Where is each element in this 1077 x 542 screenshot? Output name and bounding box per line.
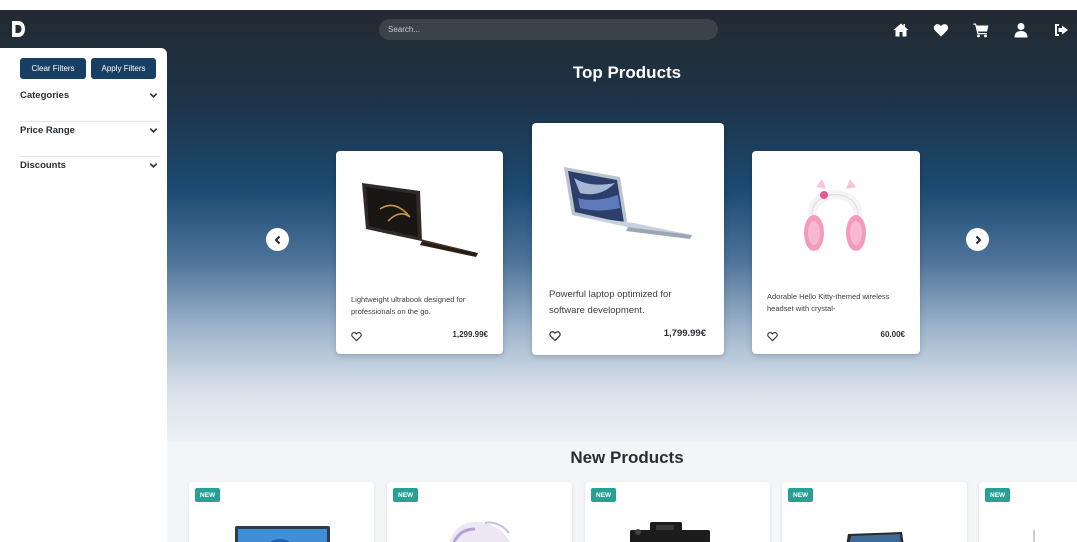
product-image-accessory	[1033, 530, 1035, 542]
chevron-down-icon	[149, 126, 158, 135]
heart-icon[interactable]	[933, 22, 949, 38]
product-image-vr-headset	[449, 521, 510, 542]
new-product-card[interactable]: NEW	[585, 482, 770, 542]
new-product-card[interactable]: NEW	[189, 482, 374, 542]
user-icon[interactable]	[1013, 22, 1029, 38]
filter-list: Categories Price Range Discounts	[20, 87, 160, 192]
product-price: 1,799.99€	[663, 328, 706, 339]
new-product-card[interactable]: NEW	[782, 482, 967, 542]
filter-label: Discounts	[20, 160, 66, 171]
product-image-headset	[804, 179, 866, 251]
navbar	[0, 10, 1077, 48]
product-image-laptop	[235, 526, 330, 542]
clear-filters-button[interactable]: Clear Filters	[20, 58, 86, 79]
new-product-card[interactable]: NEW	[387, 482, 572, 542]
filter-categories[interactable]: Categories	[20, 87, 160, 122]
product-card[interactable]: Powerful laptop optimized for software d…	[532, 123, 724, 355]
logo-icon[interactable]	[10, 19, 26, 39]
heart-icon[interactable]	[351, 331, 362, 342]
product-card[interactable]: Adorable Hello Kitty-themed wireless hea…	[752, 151, 920, 354]
new-badge: NEW	[591, 488, 617, 502]
new-badge: NEW	[985, 488, 1011, 502]
page: Clear Filters Apply Filters Categories P…	[0, 0, 1077, 542]
chevron-down-icon	[149, 161, 158, 170]
apply-filters-button[interactable]: Apply Filters	[91, 58, 156, 79]
new-badge: NEW	[195, 488, 221, 502]
product-image-camera	[630, 522, 710, 542]
heart-icon[interactable]	[767, 331, 778, 342]
product-image-ultrabook	[362, 183, 478, 257]
product-price: 1,299.99€	[452, 330, 488, 339]
chevron-right-icon	[975, 235, 981, 244]
new-products-title: New Products	[570, 448, 684, 467]
nav-icons	[893, 22, 1069, 38]
cart-icon[interactable]	[973, 22, 989, 38]
carousel-next-button[interactable]	[966, 228, 989, 251]
product-image-laptop	[564, 167, 692, 239]
logout-icon[interactable]	[1053, 22, 1069, 38]
top-products-title: Top Products	[572, 63, 682, 82]
filter-buttons: Clear Filters Apply Filters	[20, 58, 156, 79]
product-description: Powerful laptop optimized for software d…	[549, 289, 672, 316]
filter-discounts[interactable]: Discounts	[20, 157, 160, 192]
product-price: 60.00€	[880, 330, 905, 339]
new-badge: NEW	[788, 488, 814, 502]
filter-price-range[interactable]: Price Range	[20, 122, 160, 157]
product-description: Lightweight ultrabook designed for profe…	[351, 295, 466, 316]
product-card[interactable]: Lightweight ultrabook designed for profe…	[336, 151, 503, 354]
search-input[interactable]	[379, 19, 718, 40]
filter-label: Categories	[20, 90, 70, 101]
filter-label: Price Range	[20, 125, 75, 136]
product-description: Adorable Hello Kitty-themed wireless hea…	[767, 292, 890, 313]
top-strip	[0, 0, 1077, 10]
heart-icon[interactable]	[549, 330, 561, 342]
chevron-left-icon	[274, 235, 280, 244]
chevron-down-icon	[149, 91, 158, 100]
filter-sidebar: Clear Filters Apply Filters Categories P…	[0, 48, 167, 542]
new-product-card[interactable]: NEW	[979, 482, 1077, 542]
carousel-prev-button[interactable]	[266, 228, 289, 251]
product-image-tablet	[846, 532, 904, 542]
home-icon[interactable]	[893, 22, 909, 38]
new-badge: NEW	[393, 488, 419, 502]
